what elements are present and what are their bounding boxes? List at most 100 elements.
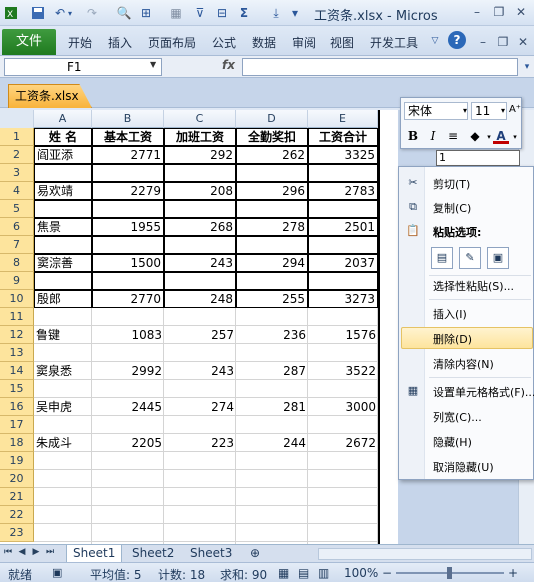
row-header[interactable]: 20 [0,470,34,488]
prev-sheet-icon[interactable]: ◀ [16,547,28,557]
cell[interactable]: 262 [236,146,308,164]
cell[interactable]: 1955 [92,218,164,236]
cell[interactable]: 朱成斗 [34,434,92,452]
column-header-c[interactable]: C [164,110,236,128]
workbook-tab[interactable]: 工资条.xlsx [8,84,92,108]
empty-cell[interactable] [236,236,308,254]
freeze-icon[interactable]: ⊟ [214,5,230,21]
tab-view[interactable]: 视图 [330,34,354,51]
cell[interactable]: 2205 [92,434,164,452]
row-header[interactable]: 8 [0,254,34,272]
empty-cell[interactable] [308,236,378,254]
calc-icon[interactable]: ▦ [168,5,184,21]
cell[interactable]: 全勤奖扣 [236,128,308,146]
cell[interactable]: 姓 名 [34,128,92,146]
sort-icon[interactable]: ⤓ [268,5,284,21]
cell[interactable]: 268 [164,218,236,236]
wb-minimize-button[interactable]: – [474,34,492,50]
cell[interactable]: 294 [236,254,308,272]
cell[interactable]: 2770 [92,290,164,308]
restore-button[interactable]: ❐ [490,4,508,20]
cell[interactable]: 287 [236,362,308,380]
customize-qat-icon[interactable]: ▾ [290,5,300,21]
row-header[interactable]: 23 [0,524,34,542]
last-sheet-icon[interactable]: ⏭ [44,547,56,557]
minimize-button[interactable]: – [468,4,486,20]
cell[interactable]: 1083 [92,326,164,344]
bold-button[interactable]: B [405,128,421,144]
cell[interactable]: 2783 [308,182,378,200]
cell[interactable]: 殷郎 [34,290,92,308]
cell[interactable]: 基本工资 [92,128,164,146]
cell[interactable]: 3273 [308,290,378,308]
empty-cell[interactable] [308,200,378,218]
row-header[interactable]: 1 [0,128,34,146]
cell[interactable]: 2771 [92,146,164,164]
formula-expand-icon[interactable]: ▾ [522,59,532,75]
empty-cell[interactable] [164,164,236,182]
cell[interactable]: 窦泉悉 [34,362,92,380]
column-header-e[interactable]: E [308,110,378,128]
tab-data[interactable]: 数据 [252,34,276,51]
zoom-out-button[interactable]: − [382,566,392,580]
row-header[interactable]: 7 [0,236,34,254]
grow-font-icon[interactable]: A⁺ [507,102,523,118]
column-header-b[interactable]: B [92,110,164,128]
row-header[interactable]: 9 [0,272,34,290]
row-header[interactable]: 12 [0,326,34,344]
cell[interactable]: 窦淙善 [34,254,92,272]
menu-item-clear[interactable]: 清除内容(N) [433,356,494,372]
cell[interactable]: 243 [164,254,236,272]
cell[interactable]: 工资合计 [308,128,378,146]
align-center-icon[interactable]: ≡ [445,128,461,144]
sheet-tab-2[interactable]: Sheet2 [126,545,180,563]
row-header[interactable]: 22 [0,506,34,524]
table-icon[interactable]: ⊞ [138,5,154,21]
tab-formulas[interactable]: 公式 [212,34,236,51]
font-color-dropdown-icon[interactable]: ▾ [507,129,523,145]
row-header[interactable]: 19 [0,452,34,470]
row-header[interactable]: 5 [0,200,34,218]
ribbon-collapse-icon[interactable]: ▽ [428,33,442,49]
tab-home[interactable]: 开始 [68,34,92,51]
cell[interactable]: 焦景 [34,218,92,236]
cell[interactable]: 2445 [92,398,164,416]
empty-cell[interactable] [236,272,308,290]
page-layout-view-icon[interactable]: ▤ [298,566,309,580]
cell[interactable]: 244 [236,434,308,452]
row-header[interactable]: 2 [0,146,34,164]
tab-page-layout[interactable]: 页面布局 [148,34,196,51]
cell[interactable]: 208 [164,182,236,200]
sheet-tab-1[interactable]: Sheet1 [66,545,123,563]
horizontal-scrollbar[interactable] [318,548,532,560]
column-header-a[interactable]: A [34,110,92,128]
empty-cell[interactable] [308,272,378,290]
cell[interactable]: 223 [164,434,236,452]
menu-item-delete[interactable]: 删除(D) [433,331,472,347]
paste-icon[interactable]: ▤ [431,247,453,269]
formula-input[interactable] [242,58,518,76]
menu-item-insert[interactable]: 插入(I) [433,306,467,322]
empty-cell[interactable] [92,272,164,290]
menu-item-paste-special[interactable]: 选择性粘贴(S)... [433,278,514,294]
column-header-d[interactable]: D [236,110,308,128]
zoom-slider-thumb[interactable] [447,567,452,579]
zoom-in-button[interactable]: + [508,566,518,580]
first-sheet-icon[interactable]: ⏮ [2,547,14,557]
row-header[interactable]: 21 [0,488,34,506]
wb-close-button[interactable]: ✕ [514,34,532,50]
cell[interactable]: 2279 [92,182,164,200]
empty-cell[interactable] [34,164,92,182]
fx-icon[interactable]: fx [222,58,235,72]
cell[interactable]: 易欢靖 [34,182,92,200]
name-box[interactable]: F1 [4,58,162,76]
paste-formulas-icon[interactable]: ✎ [459,247,481,269]
cell[interactable]: 278 [236,218,308,236]
cell[interactable]: 1500 [92,254,164,272]
save-icon[interactable] [30,5,46,21]
tab-review[interactable]: 审阅 [292,34,316,51]
empty-cell[interactable] [236,200,308,218]
cell[interactable]: 296 [236,182,308,200]
cell[interactable]: 阎亚添 [34,146,92,164]
empty-cell[interactable] [164,200,236,218]
